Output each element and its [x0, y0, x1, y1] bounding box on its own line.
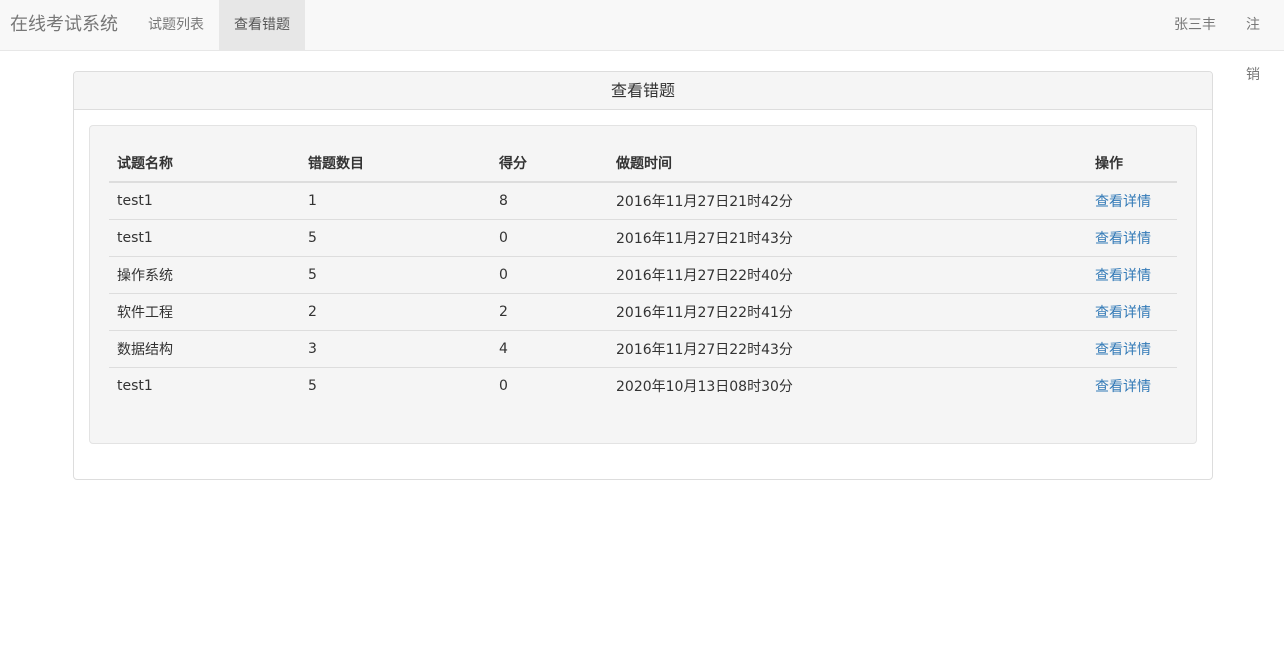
cell-score: 8 — [499, 192, 508, 209]
logout-link[interactable]: 注销 — [1231, 0, 1284, 83]
brand-title[interactable]: 在线考试系统 — [10, 0, 118, 50]
nav-item-question-list[interactable]: 试题列表 — [133, 0, 219, 50]
table-row: test1 5 0 2016年11月27日21时43分 查看详情 — [109, 218, 1177, 256]
table-row: 数据结构 3 4 2016年11月27日22时43分 查看详情 — [109, 329, 1177, 367]
cell-score: 4 — [491, 329, 608, 367]
wrong-questions-panel: 查看错题 试题名称 错题数目 得分 做题时间 操作 test1 1 8 2016… — [73, 71, 1213, 480]
cell-action: 查看详情 — [1087, 366, 1177, 404]
view-details-link[interactable]: 查看详情 — [1095, 268, 1151, 284]
cell-time: 2016年11月27日22时40分 — [608, 255, 1087, 293]
cell-time: 2020年10月13日08时30分 — [608, 366, 1087, 404]
nav-user-name[interactable]: 张三丰 — [1159, 0, 1231, 50]
cell-exam-name: test1 — [109, 218, 300, 256]
view-details-link[interactable]: 查看详情 — [1095, 231, 1151, 247]
cell-score: 0 — [491, 366, 608, 404]
cell-action: 查看详情 — [1087, 292, 1177, 330]
cell-action: 查看详情 — [1087, 182, 1177, 219]
cell-exam-name: test1 — [109, 366, 300, 404]
header-action: 操作 — [1087, 144, 1177, 183]
table-header-row: 试题名称 错题数目 得分 做题时间 操作 — [109, 144, 1177, 183]
cell-wrong-count: 5 — [300, 255, 491, 293]
table-row: 操作系统 5 0 2016年11月27日22时40分 查看详情 — [109, 255, 1177, 293]
cell-action: 查看详情 — [1087, 329, 1177, 367]
cell-wrong-count: 5 — [300, 366, 491, 404]
cell-action: 查看详情 — [1087, 255, 1177, 293]
view-details-link[interactable]: 查看详情 — [1095, 379, 1151, 395]
header-wrong-count: 错题数目 — [300, 144, 491, 183]
cell-exam-name: 操作系统 — [109, 255, 300, 293]
cell-score: 0 — [491, 218, 608, 256]
table-container: 试题名称 错题数目 得分 做题时间 操作 test1 1 8 2016年11月2… — [89, 125, 1197, 444]
view-details-link[interactable]: 查看详情 — [1095, 342, 1151, 358]
cell-exam-name: test1 — [117, 192, 153, 209]
cell-wrong-count: 3 — [300, 329, 491, 367]
cell-wrong-count: 2 — [300, 292, 491, 330]
cell-action: 查看详情 — [1087, 218, 1177, 256]
table-row: test1 1 8 2016年11月27日21时42分 查看详情 — [109, 182, 1177, 219]
cell-time: 2016年11月27日22时41分 — [608, 292, 1087, 330]
cell-exam-name: 软件工程 — [109, 292, 300, 330]
cell-exam-name: 数据结构 — [109, 329, 300, 367]
view-details-link[interactable]: 查看详情 — [1095, 305, 1151, 321]
cell-time: 2016年11月27日21时43分 — [608, 218, 1087, 256]
view-details-link[interactable]: 查看详情 — [1095, 194, 1151, 210]
cell-time: 2016年11月27日21时42分 — [616, 193, 793, 210]
table-row: test1 5 0 2020年10月13日08时30分 查看详情 — [109, 366, 1177, 404]
cell-score: 0 — [491, 255, 608, 293]
cell-score: 2 — [491, 292, 608, 330]
nav-item-view-wrong-questions[interactable]: 查看错题 — [219, 0, 305, 50]
cell-time: 2016年11月27日22时43分 — [608, 329, 1087, 367]
panel-title: 查看错题 — [74, 72, 1212, 110]
cell-wrong-count: 1 — [308, 192, 317, 209]
wrong-questions-table: 试题名称 错题数目 得分 做题时间 操作 test1 1 8 2016年11月2… — [109, 144, 1177, 404]
header-exam-name: 试题名称 — [109, 144, 300, 183]
header-score: 得分 — [491, 144, 608, 183]
cell-wrong-count: 5 — [300, 218, 491, 256]
top-navbar: 在线考试系统 试题列表 查看错题 张三丰 注销 — [0, 0, 1284, 83]
table-row: 软件工程 2 2 2016年11月27日22时41分 查看详情 — [109, 292, 1177, 330]
header-time: 做题时间 — [608, 144, 1087, 183]
